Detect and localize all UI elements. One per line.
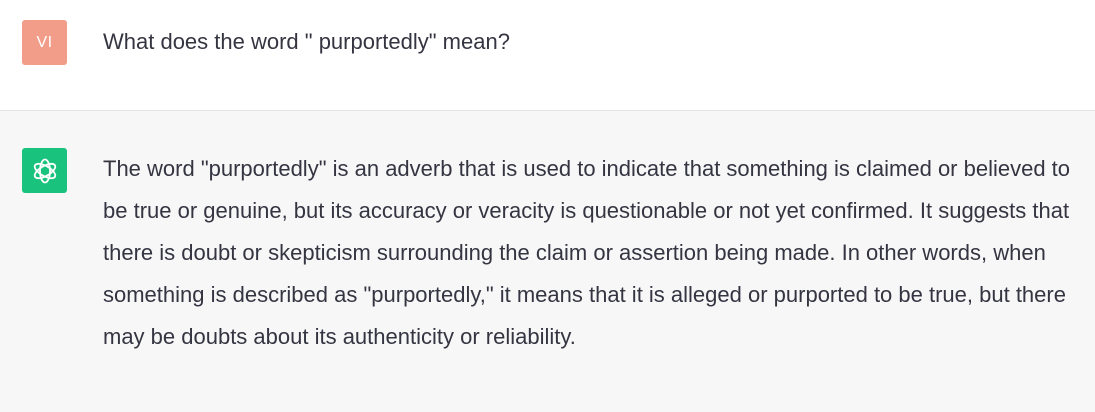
assistant-avatar bbox=[22, 148, 67, 193]
assistant-message-row: The word "purportedly" is an adverb that… bbox=[0, 111, 1095, 412]
user-message-row: VI What does the word " purportedly" mea… bbox=[0, 0, 1095, 111]
assistant-message-text: The word "purportedly" is an adverb that… bbox=[103, 156, 1071, 349]
openai-logo-icon bbox=[33, 158, 56, 183]
user-message-text: What does the word " purportedly" mean? bbox=[103, 29, 510, 54]
user-avatar-initials: VI bbox=[36, 33, 53, 51]
user-avatar: VI bbox=[22, 20, 67, 65]
